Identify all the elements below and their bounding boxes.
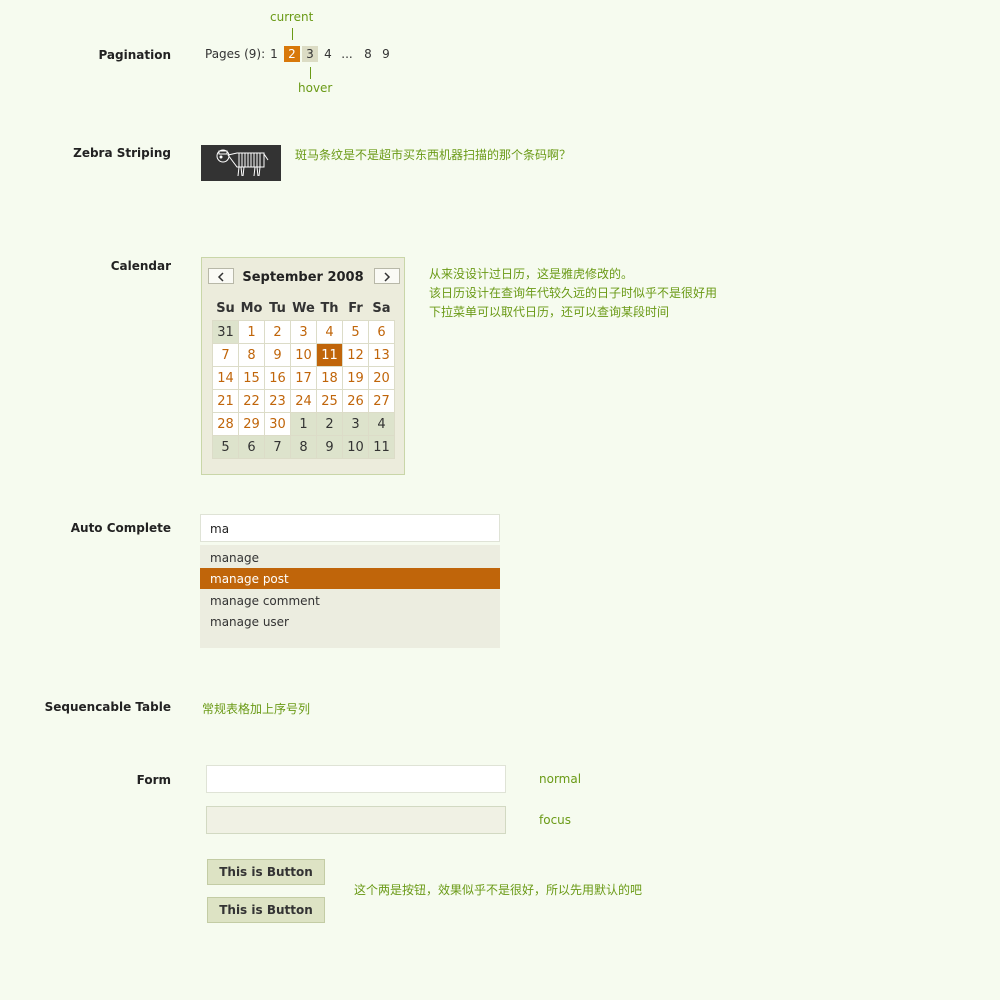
calendar-day[interactable]: 30 bbox=[264, 412, 291, 436]
page-ellipsis: ... bbox=[341, 47, 353, 61]
calendar-day[interactable]: 20 bbox=[368, 366, 395, 390]
calendar-day[interactable]: 25 bbox=[316, 389, 343, 413]
suggestion-item-selected[interactable]: manage post bbox=[200, 568, 500, 589]
suggestion-item[interactable]: manage comment bbox=[200, 590, 500, 611]
calendar-day[interactable]: 5 bbox=[342, 320, 369, 344]
calendar-day[interactable]: 16 bbox=[264, 366, 291, 390]
calendar-day-other-month[interactable]: 5 bbox=[212, 435, 239, 459]
calendar-day[interactable]: 18 bbox=[316, 366, 343, 390]
page-link-4[interactable]: 4 bbox=[320, 46, 336, 62]
calendar-note: 该日历设计在查询年代较久远的日子时似乎不是很好用 bbox=[429, 286, 718, 300]
calendar-day[interactable]: 26 bbox=[342, 389, 369, 413]
calendar-day[interactable]: 14 bbox=[212, 366, 239, 390]
hover-annotation: hover bbox=[298, 81, 333, 95]
calendar-day-other-month[interactable]: 11 bbox=[368, 435, 395, 459]
page-link-1[interactable]: 1 bbox=[266, 46, 282, 62]
calendar-day[interactable]: 19 bbox=[342, 366, 369, 390]
zebra-icon bbox=[216, 149, 269, 177]
autocomplete-value: ma bbox=[210, 522, 230, 536]
calendar-day[interactable]: 7 bbox=[212, 343, 239, 367]
calendar-widget: September 2008 Su Mo Tu We Th Fr Sa 31 1… bbox=[201, 257, 405, 475]
calendar-day-other-month[interactable]: 10 bbox=[342, 435, 369, 459]
calendar-day[interactable]: 6 bbox=[368, 320, 395, 344]
calendar-day[interactable]: 22 bbox=[238, 389, 265, 413]
suggestion-item[interactable]: manage bbox=[200, 547, 500, 568]
calendar-notes: 从来没设计过日历，这是雅虎修改的。 该日历设计在查询年代较久远的日子时似乎不是很… bbox=[429, 265, 717, 322]
section-label-pagination: Pagination bbox=[98, 48, 171, 62]
calendar-day[interactable]: 2 bbox=[264, 320, 291, 344]
calendar-day[interactable]: 4 bbox=[316, 320, 343, 344]
calendar-day-other-month[interactable]: 1 bbox=[290, 412, 317, 436]
hover-pointer-line bbox=[310, 67, 311, 79]
focus-state-label: focus bbox=[539, 813, 572, 827]
calendar-day[interactable]: 8 bbox=[238, 343, 265, 367]
current-annotation: current bbox=[270, 10, 314, 24]
button-note: 这个两是按钮，效果似乎不是很好，所以先用默认的吧 bbox=[354, 883, 643, 897]
suggestion-item[interactable]: manage user bbox=[200, 611, 500, 632]
zebra-image bbox=[201, 145, 281, 181]
weekday-header: Sa bbox=[372, 300, 391, 316]
page-link-3-hover[interactable]: 3 bbox=[302, 46, 318, 62]
calendar-day-other-month[interactable]: 31 bbox=[212, 320, 239, 344]
calendar-day[interactable]: 3 bbox=[290, 320, 317, 344]
calendar-day[interactable]: 24 bbox=[290, 389, 317, 413]
next-month-button[interactable] bbox=[374, 268, 400, 284]
weekday-header: Th bbox=[320, 300, 339, 316]
calendar-day[interactable]: 12 bbox=[342, 343, 369, 367]
calendar-day[interactable]: 21 bbox=[212, 389, 239, 413]
calendar-day-other-month[interactable]: 9 bbox=[316, 435, 343, 459]
page-link-2-current[interactable]: 2 bbox=[284, 46, 300, 62]
section-label-autocomplete: Auto Complete bbox=[70, 521, 171, 535]
section-label-table: Sequencable Table bbox=[44, 700, 171, 714]
calendar-day[interactable]: 28 bbox=[212, 412, 239, 436]
section-label-zebra: Zebra Striping bbox=[73, 146, 171, 160]
normal-state-label: normal bbox=[539, 772, 582, 786]
calendar-day[interactable]: 13 bbox=[368, 343, 395, 367]
calendar-day[interactable]: 17 bbox=[290, 366, 317, 390]
current-pointer-line bbox=[292, 28, 293, 40]
calendar-grid: Su Mo Tu We Th Fr Sa 31 1 2 3 4 5 6 7 8 bbox=[212, 296, 395, 459]
calendar-day[interactable]: 23 bbox=[264, 389, 291, 413]
weekday-header: Mo bbox=[240, 300, 263, 316]
text-field-normal[interactable] bbox=[206, 765, 506, 793]
calendar-day-other-month[interactable]: 6 bbox=[238, 435, 265, 459]
calendar-day[interactable]: 15 bbox=[238, 366, 265, 390]
section-label-calendar: Calendar bbox=[110, 259, 171, 273]
autocomplete-suggestions: manage manage post manage comment manage… bbox=[200, 545, 500, 648]
calendar-day-other-month[interactable]: 8 bbox=[290, 435, 317, 459]
calendar-day[interactable]: 9 bbox=[264, 343, 291, 367]
chevron-right-icon bbox=[384, 272, 391, 282]
weekday-header: Tu bbox=[269, 300, 286, 316]
table-note: 常规表格加上序号列 bbox=[202, 702, 311, 716]
calendar-day-selected[interactable]: 11 bbox=[316, 343, 343, 367]
calendar-day[interactable]: 1 bbox=[238, 320, 265, 344]
primary-button[interactable]: This is Button bbox=[207, 859, 325, 885]
calendar-day-other-month[interactable]: 3 bbox=[342, 412, 369, 436]
weekday-header: Fr bbox=[348, 300, 363, 316]
section-label-form: Form bbox=[136, 773, 171, 787]
weekday-header: Su bbox=[216, 300, 235, 316]
page-link-8[interactable]: 8 bbox=[360, 46, 376, 62]
calendar-day-other-month[interactable]: 7 bbox=[264, 435, 291, 459]
secondary-button[interactable]: This is Button bbox=[207, 897, 325, 923]
calendar-day[interactable]: 10 bbox=[290, 343, 317, 367]
pagination-label: Pages (9): bbox=[205, 47, 266, 61]
text-field-focus[interactable] bbox=[206, 806, 506, 834]
page-link-9[interactable]: 9 bbox=[378, 46, 394, 62]
calendar-day[interactable]: 27 bbox=[368, 389, 395, 413]
autocomplete-input[interactable]: ma bbox=[200, 514, 500, 542]
calendar-day[interactable]: 29 bbox=[238, 412, 265, 436]
zebra-note: 斑马条纹是不是超市买东西机器扫描的那个条码啊？ bbox=[295, 148, 572, 162]
calendar-day-other-month[interactable]: 4 bbox=[368, 412, 395, 436]
calendar-note: 从来没设计过日历，这是雅虎修改的。 bbox=[429, 267, 634, 281]
weekday-header: We bbox=[292, 300, 315, 316]
calendar-day-other-month[interactable]: 2 bbox=[316, 412, 343, 436]
calendar-note: 下拉菜单可以取代日历，还可以查询某段时间 bbox=[429, 305, 670, 319]
